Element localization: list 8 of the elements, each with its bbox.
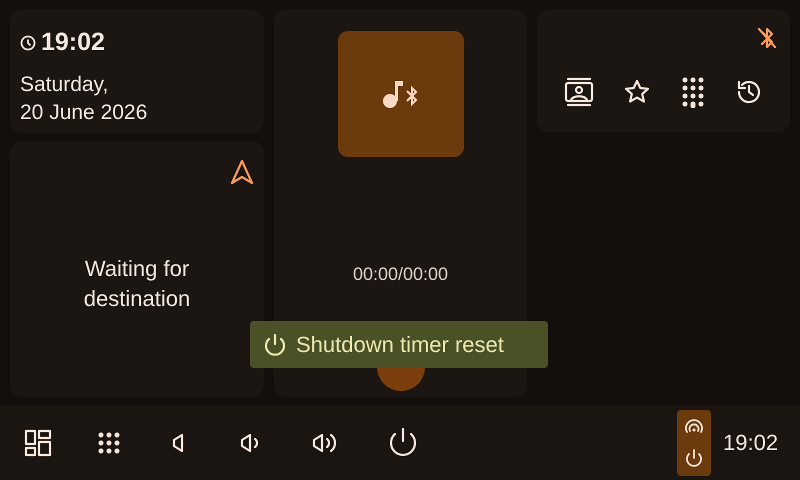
clock-time: 19:02 <box>41 28 105 57</box>
date-text: 20 June 2026 <box>20 100 148 126</box>
navigation-status: Waiting for <box>84 255 190 283</box>
status-time: 19:02 <box>723 430 778 456</box>
track-time: 00:00/00:00 <box>352 264 448 285</box>
navigation-status: destination <box>84 285 190 313</box>
toast-message: Shutdown timer reset <box>296 332 504 358</box>
date-text: Saturday, <box>20 72 110 98</box>
